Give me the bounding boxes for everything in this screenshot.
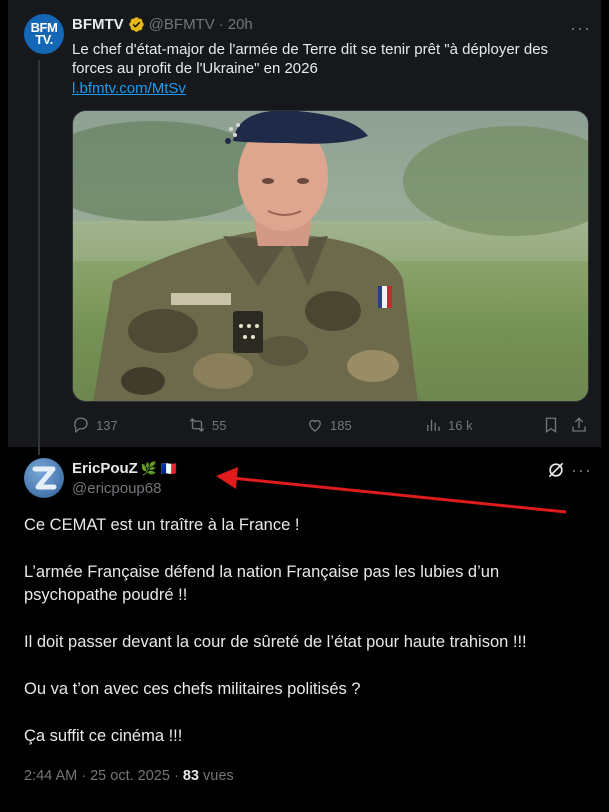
meta-separator-2: · bbox=[173, 768, 179, 784]
reply-view-count: 83 bbox=[182, 768, 199, 784]
repost-action[interactable]: 55 bbox=[188, 416, 226, 434]
header-separator: · bbox=[218, 16, 224, 33]
share-action[interactable] bbox=[570, 416, 588, 434]
reply-more-options-icon[interactable]: ··· bbox=[571, 460, 592, 481]
bookmark-icon bbox=[545, 417, 557, 434]
name-emoji: 🌿 🇫🇷 bbox=[140, 460, 177, 476]
bookmark-action[interactable] bbox=[542, 416, 560, 434]
reply-header: EricPouZ 🌿 🇫🇷 bbox=[72, 460, 177, 477]
reply-author-name[interactable]: EricPouZ bbox=[72, 460, 138, 477]
post-time[interactable]: 20h bbox=[228, 16, 253, 33]
repost-icon bbox=[189, 418, 205, 432]
repost-count: 55 bbox=[212, 417, 227, 433]
meta-separator: · bbox=[81, 768, 87, 784]
heart-icon bbox=[309, 419, 321, 432]
article-link[interactable]: l.bfmtv.com/MtSv bbox=[72, 80, 186, 97]
reply-paragraph-4: Ou va t’on avec ces chefs militaires pol… bbox=[24, 680, 361, 698]
like-action[interactable]: 185 bbox=[306, 416, 352, 434]
reply-text: Ce CEMAT est un traître à la France ! L’… bbox=[24, 514, 584, 748]
reply-metadata: 2:44 AM · 25 oct. 2025 · 83 vues bbox=[24, 768, 234, 784]
original-post-text: Le chef d'état-major de l'armée de Terre… bbox=[72, 41, 549, 77]
reply-paragraph-5: Ça suffit ce cinéma !!! bbox=[24, 727, 183, 745]
reply-author-handle[interactable]: @ericpoup68 bbox=[72, 480, 161, 497]
share-icon bbox=[572, 417, 586, 432]
reply-action[interactable]: 137 bbox=[72, 416, 118, 434]
reply-paragraph-2: L’armée Française défend la nation Franç… bbox=[24, 563, 500, 604]
avatar-logo-line2: TV. bbox=[35, 32, 53, 47]
author-name[interactable]: BFMTV bbox=[72, 16, 124, 33]
thread-line bbox=[38, 60, 40, 455]
ericpouz-avatar[interactable] bbox=[24, 458, 64, 498]
reply-date[interactable]: 25 oct. 2025 bbox=[90, 768, 170, 784]
reply-paragraph-3: Il doit passer devant la cour de sûreté … bbox=[24, 633, 527, 651]
reply-icon bbox=[74, 417, 88, 434]
avatar-z-logo-icon bbox=[32, 466, 57, 490]
reply-paragraph-1: Ce CEMAT est un traître à la France ! bbox=[24, 516, 300, 534]
grok-icon[interactable] bbox=[546, 460, 566, 480]
more-options-icon[interactable]: ··· bbox=[570, 18, 591, 39]
reply-views-label: vues bbox=[203, 768, 234, 784]
analytics-icon bbox=[427, 419, 440, 431]
post-actions-bar: 137 55 185 16 k bbox=[72, 416, 592, 436]
reply-count: 137 bbox=[96, 417, 118, 433]
verified-badge-icon bbox=[128, 17, 144, 32]
reply-time[interactable]: 2:44 AM bbox=[24, 768, 77, 784]
post-image[interactable] bbox=[72, 110, 589, 402]
author-handle[interactable]: @BFMTV bbox=[149, 16, 215, 33]
general-portrait-illustration bbox=[73, 111, 588, 401]
original-post-header: BFMTV @BFMTV · 20h bbox=[72, 16, 253, 33]
like-count: 185 bbox=[330, 417, 352, 433]
views-action[interactable]: 16 k bbox=[424, 416, 473, 434]
bfmtv-avatar[interactable]: BFM TV. bbox=[24, 14, 64, 54]
view-count: 16 k bbox=[448, 417, 473, 433]
